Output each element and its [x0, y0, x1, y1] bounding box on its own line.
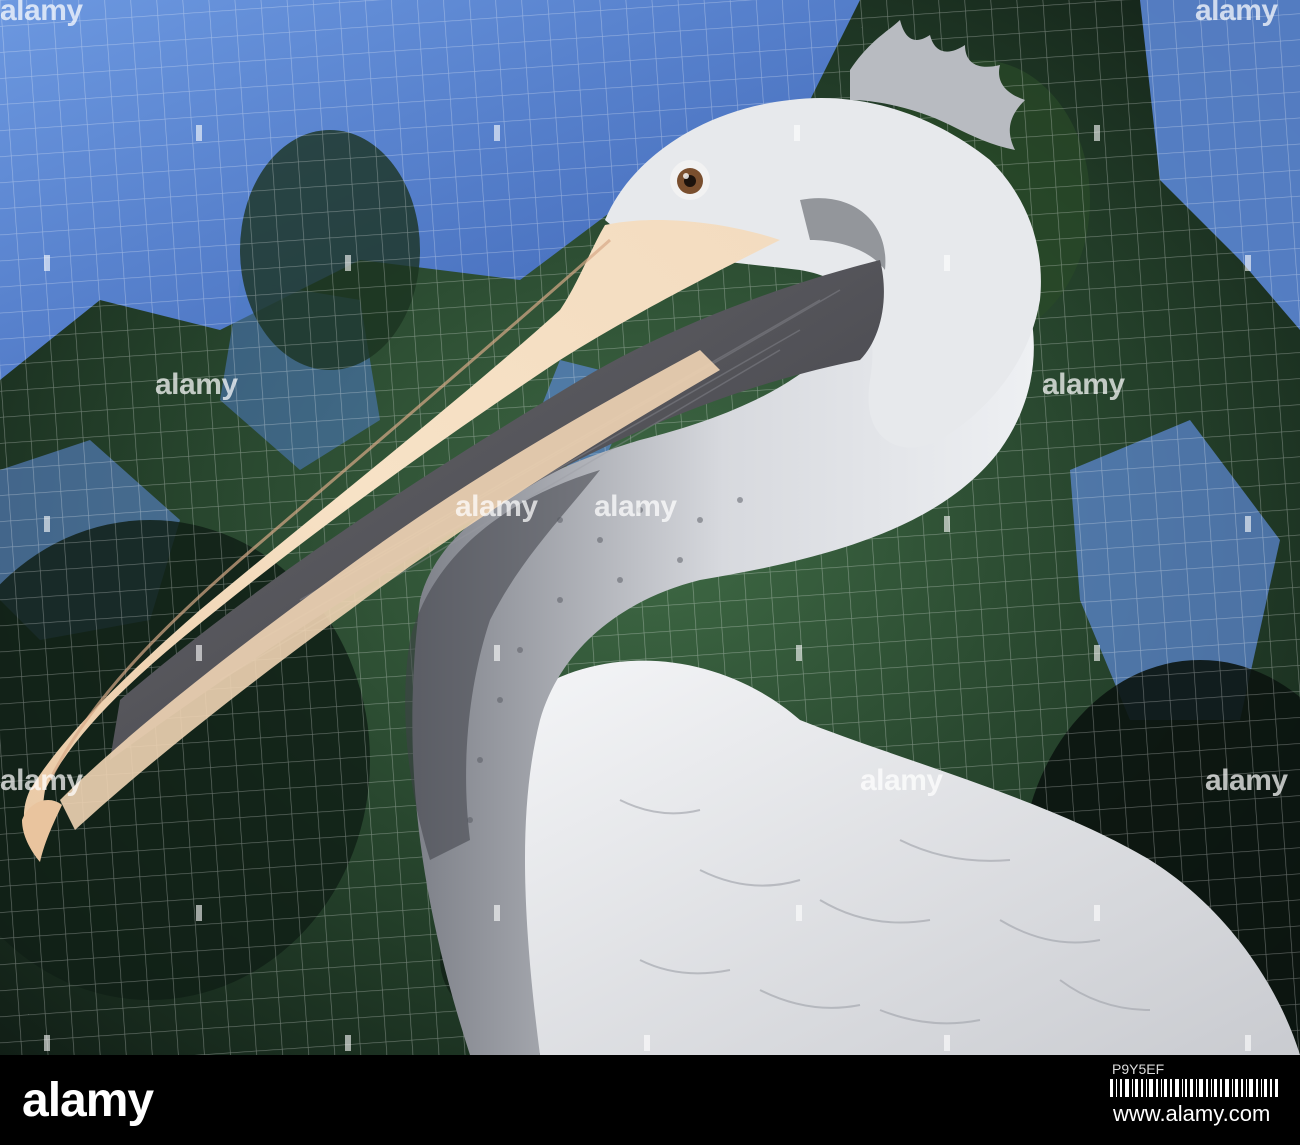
watermark-mark — [1245, 255, 1251, 271]
watermark-mark — [345, 1035, 351, 1051]
watermark-mark — [44, 255, 50, 271]
watermark-mark — [1094, 645, 1100, 661]
watermark-mark — [1245, 516, 1251, 532]
watermark-mark — [1094, 125, 1100, 141]
footer-bar: alamy P9Y5EF www.alamy.com — [0, 1055, 1300, 1145]
watermark-text: alamy — [1195, 0, 1278, 27]
watermark-mark — [796, 645, 802, 661]
watermark-text: alamy — [1205, 764, 1288, 797]
image-id: P9Y5EF — [1112, 1061, 1165, 1077]
watermark-mark — [494, 905, 500, 921]
watermark-mark — [44, 516, 50, 532]
footer-url[interactable]: www.alamy.com — [1113, 1101, 1270, 1127]
watermark-mark — [1245, 1035, 1251, 1051]
watermark-mark — [44, 1035, 50, 1051]
watermark-text: alamy — [155, 368, 238, 401]
watermark-mark — [196, 645, 202, 661]
watermark-text: alamy — [455, 490, 538, 523]
watermark-mark — [794, 125, 800, 141]
pelican-photo: alamy alamy alamy alamy alamy alamy alam… — [0, 0, 1300, 1055]
barcode-icon — [1110, 1079, 1278, 1097]
watermark-mark — [345, 255, 351, 271]
watermark-mark — [944, 255, 950, 271]
watermark-mark — [644, 1035, 650, 1051]
watermark-mark — [196, 905, 202, 921]
watermark-mark — [944, 516, 950, 532]
watermark-text: alamy — [1042, 368, 1125, 401]
footer-logo[interactable]: alamy — [22, 1073, 154, 1128]
photo-canvas — [0, 0, 1300, 1055]
watermark-mark — [196, 125, 202, 141]
watermark-mark — [494, 645, 500, 661]
watermark-text: alamy — [0, 0, 83, 27]
watermark-mark — [1094, 905, 1100, 921]
watermark-text: alamy — [594, 490, 677, 523]
watermark-text: alamy — [0, 764, 83, 797]
watermark-mark — [944, 1035, 950, 1051]
watermark-mark — [796, 905, 802, 921]
watermark-text: alamy — [860, 764, 943, 797]
watermark-mark — [494, 125, 500, 141]
